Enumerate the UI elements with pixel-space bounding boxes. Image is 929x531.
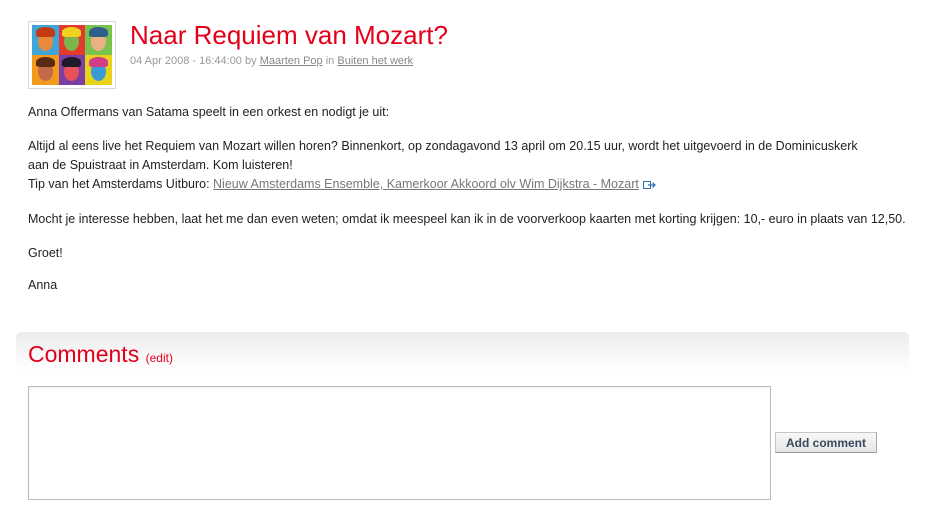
author-avatar [28, 21, 116, 89]
comments-heading: Comments (edit) [28, 341, 173, 368]
intro-paragraph: Anna Offermans van Satama speelt in een … [28, 105, 390, 119]
avatar-hair-shape [89, 57, 109, 68]
avatar-tile [58, 25, 86, 55]
external-link-icon[interactable] [642, 176, 656, 195]
interest-paragraph: Mocht je interesse hebben, laat het me d… [28, 212, 906, 226]
in-word: in [325, 55, 335, 67]
avatar-tile [32, 55, 59, 85]
comment-input[interactable] [28, 386, 771, 500]
signature-text: Anna [28, 278, 58, 292]
post-body: Anna Offermans van Satama speelt in een … [28, 103, 910, 295]
greeting-text: Groet! [28, 246, 63, 260]
event-line-1: Altijd al eens live het Requiem van Moza… [28, 139, 858, 153]
avatar-tile [85, 55, 112, 85]
avatar-tile [32, 25, 59, 55]
avatar-pop-art-grid [32, 25, 112, 85]
uitburo-link[interactable]: Nieuw Amsterdams Ensemble, Kamerkoor Akk… [213, 177, 639, 191]
avatar-hair-shape [35, 27, 55, 38]
by-word: by [245, 55, 257, 67]
post-date: 04 Apr 2008 - 16:44:00 [130, 55, 242, 67]
tip-prefix: Tip van het Amsterdams Uitburo: [28, 177, 214, 191]
category-link[interactable]: Buiten het werk [337, 55, 413, 67]
avatar-tile [58, 55, 86, 85]
author-link[interactable]: Maarten Pop [260, 55, 323, 67]
avatar-tile [85, 25, 112, 55]
event-line-2: aan de Spuistraat in Amsterdam. Kom luis… [28, 158, 293, 172]
event-paragraph: Altijd al eens live het Requiem van Moza… [28, 137, 910, 195]
avatar-hair-shape [35, 57, 55, 68]
add-comment-button[interactable]: Add comment [775, 432, 877, 453]
comments-title: Comments [28, 341, 140, 367]
avatar-hair-shape [62, 27, 82, 38]
post-meta: 04 Apr 2008 - 16:44:00 by Maarten Pop in… [130, 55, 413, 67]
avatar-hair-shape [89, 27, 109, 38]
post-title: Naar Requiem van Mozart? [130, 20, 448, 50]
comments-edit-link[interactable]: (edit) [146, 351, 173, 365]
avatar-hair-shape [62, 57, 82, 68]
